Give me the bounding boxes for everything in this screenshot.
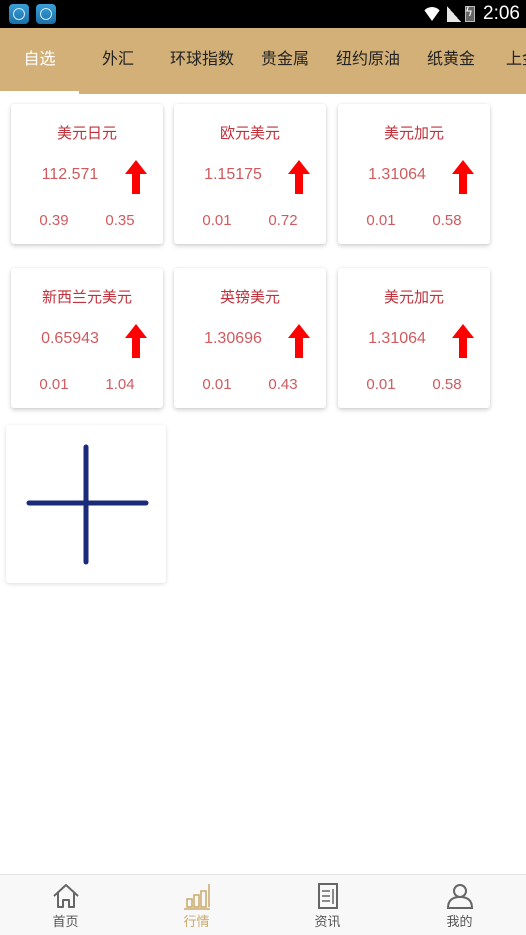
nav-quotes-label: 行情 (183, 915, 210, 930)
clock: 2:06 (483, 3, 520, 24)
tab-nymex-crude[interactable]: 纽约原油 (328, 28, 408, 94)
signal-icon (447, 6, 462, 22)
plus-icon (26, 444, 149, 565)
current-price: 1.31064 (368, 330, 426, 347)
instrument-name: 英镑美元 (219, 288, 280, 306)
nox-app-icon (36, 4, 56, 24)
home-icon (52, 884, 79, 908)
change-value: 0.01 (366, 212, 396, 229)
nav-home-label: 首页 (52, 915, 79, 930)
nav-profile-label: 我的 (446, 915, 473, 930)
current-price: 1.30696 (204, 330, 262, 347)
add-instrument-button[interactable] (6, 425, 166, 583)
current-price: 1.15175 (204, 166, 262, 183)
tab-precious-metals[interactable]: 贵金属 (254, 28, 316, 94)
current-price: 112.571 (41, 166, 99, 183)
up-arrow-icon (452, 160, 474, 194)
up-arrow-icon (288, 324, 310, 358)
bottom-navigation: 首页 行情 资讯 我的 (0, 874, 526, 935)
status-indicators: 2:06 (421, 3, 520, 25)
nav-profile[interactable]: 我的 (393, 875, 526, 935)
change-value: 0.01 (202, 376, 232, 393)
user-icon (446, 884, 473, 909)
nav-quotes[interactable]: 行情 (131, 875, 262, 935)
current-price: 1.31064 (368, 166, 426, 183)
tab-watchlist[interactable]: 自选 (0, 28, 79, 94)
active-tab-indicator (0, 91, 79, 94)
nav-news[interactable]: 资讯 (262, 875, 393, 935)
current-price: 0.65943 (41, 330, 99, 347)
change-percent: 0.58 (432, 212, 462, 229)
change-value: 0.39 (39, 212, 69, 229)
instrument-name: 新西兰元美元 (41, 288, 132, 306)
quote-card[interactable]: 英镑美元 1.30696 0.01 0.43 (174, 268, 326, 408)
nox-app-icon (9, 4, 29, 24)
change-percent: 1.04 (105, 376, 135, 393)
status-bar: 2:06 (0, 0, 526, 28)
up-arrow-icon (125, 324, 147, 358)
tab-sge[interactable]: 上金所 (506, 28, 526, 94)
battery-charging-icon (465, 5, 476, 22)
change-value: 0.01 (202, 212, 232, 229)
change-percent: 0.43 (268, 376, 298, 393)
quote-card[interactable]: 美元加元 1.31064 0.01 0.58 (338, 268, 490, 408)
tab-forex[interactable]: 外汇 (90, 28, 146, 94)
nav-news-label: 资讯 (314, 915, 341, 930)
up-arrow-icon (452, 324, 474, 358)
change-percent: 0.58 (432, 376, 462, 393)
bar-chart-icon (183, 884, 210, 910)
change-percent: 0.35 (105, 212, 135, 229)
up-arrow-icon (288, 160, 310, 194)
quote-card[interactable]: 新西兰元美元 0.65943 0.01 1.04 (11, 268, 163, 408)
tab-paper-gold[interactable]: 纸黄金 (420, 28, 482, 94)
instrument-name: 欧元美元 (219, 124, 280, 142)
category-tabbar: 自选 外汇 环球指数 贵金属 纽约原油 纸黄金 上金所 (0, 28, 526, 94)
change-value: 0.01 (366, 376, 396, 393)
change-value: 0.01 (39, 376, 69, 393)
nav-home[interactable]: 首页 (0, 875, 131, 935)
quote-card[interactable]: 欧元美元 1.15175 0.01 0.72 (174, 104, 326, 244)
news-icon (317, 883, 338, 909)
instrument-name: 美元加元 (383, 288, 444, 306)
quote-card[interactable]: 美元加元 1.31064 0.01 0.58 (338, 104, 490, 244)
instrument-name: 美元加元 (383, 124, 444, 142)
tab-global-indices[interactable]: 环球指数 (162, 28, 242, 94)
instrument-name: 美元日元 (56, 124, 117, 142)
up-arrow-icon (125, 160, 147, 194)
wifi-icon (421, 6, 443, 22)
quote-card[interactable]: 美元日元 112.571 0.39 0.35 (11, 104, 163, 244)
change-percent: 0.72 (268, 212, 298, 229)
